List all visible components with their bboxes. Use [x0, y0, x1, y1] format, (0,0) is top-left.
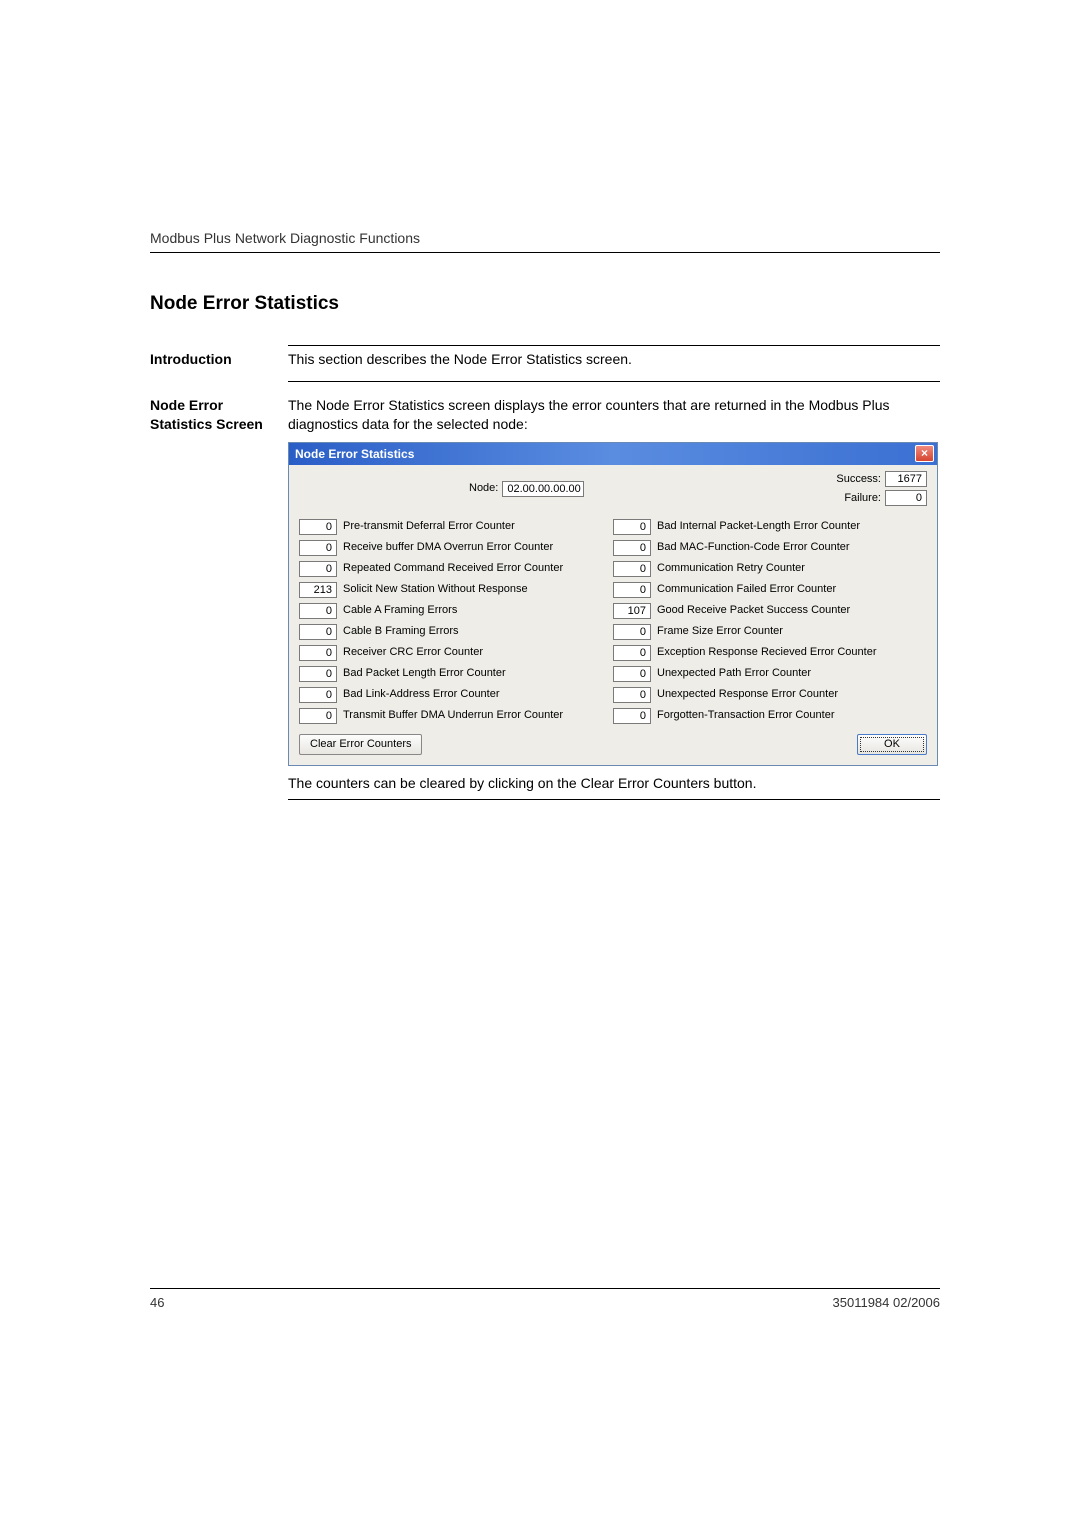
screen-desc-label: Node Error Statistics Screen: [150, 396, 270, 814]
caption-text: The counters can be cleared by clicking …: [288, 774, 940, 793]
counter-item: 0 Cable A Framing Errors: [299, 603, 613, 619]
counter-label: Receive buffer DMA Overrun Error Counter: [343, 540, 553, 555]
counter-value: 107: [613, 603, 651, 619]
counter-label: Frame Size Error Counter: [657, 624, 783, 639]
success-field: 1677: [885, 471, 927, 487]
counter-label: Pre-transmit Deferral Error Counter: [343, 519, 515, 534]
counter-item: 0 Receive buffer DMA Overrun Error Counte…: [299, 540, 613, 556]
counter-value: 0: [299, 708, 337, 724]
counter-item: 0 Communication Failed Error Counter: [613, 582, 927, 598]
counter-value: 0: [299, 666, 337, 682]
counter-value: 0: [299, 519, 337, 535]
counter-item: 0 Bad Internal Packet-Length Error Counte…: [613, 519, 927, 535]
counter-item: 107 Good Receive Packet Success Counter: [613, 603, 927, 619]
counter-item: 0 Forgotten-Transaction Error Counter: [613, 708, 927, 724]
counter-item: 0 Bad Link-Address Error Counter: [299, 687, 613, 703]
failure-field: 0: [885, 490, 927, 506]
counter-item: 0 Unexpected Path Error Counter: [613, 666, 927, 682]
counter-value: 0: [299, 687, 337, 703]
counter-value: 0: [613, 666, 651, 682]
counter-label: Bad Internal Packet-Length Error Counter: [657, 519, 860, 534]
counter-label: Receiver CRC Error Counter: [343, 645, 483, 660]
counter-value: 0: [299, 603, 337, 619]
counter-label: Good Receive Packet Success Counter: [657, 603, 850, 618]
counter-label: Solicit New Station Without Response: [343, 582, 528, 597]
counter-value: 0: [613, 582, 651, 598]
close-icon[interactable]: ×: [915, 445, 934, 462]
counter-label: Transmit Buffer DMA Underrun Error Count…: [343, 708, 563, 723]
success-label: Success:: [836, 472, 881, 487]
counter-value: 0: [613, 708, 651, 724]
counter-item: 0 Exception Response Recieved Error Count…: [613, 645, 927, 661]
counter-item: 0 Transmit Buffer DMA Underrun Error Coun…: [299, 708, 613, 724]
intro-text: This section describes the Node Error St…: [288, 350, 940, 369]
counter-item: 0 Repeated Command Received Error Counter: [299, 561, 613, 577]
counter-item: 0 Bad Packet Length Error Counter: [299, 666, 613, 682]
counter-label: Bad MAC-Function-Code Error Counter: [657, 540, 850, 555]
dialog-title: Node Error Statistics: [295, 446, 915, 462]
counter-value: 0: [613, 624, 651, 640]
counter-label: Communication Retry Counter: [657, 561, 805, 576]
counter-item: 0 Cable B Framing Errors: [299, 624, 613, 640]
screen-desc-text: The Node Error Statistics screen display…: [288, 396, 940, 434]
counter-label: Cable B Framing Errors: [343, 624, 459, 639]
counter-label: Unexpected Response Error Counter: [657, 687, 838, 702]
intro-label: Introduction: [150, 350, 270, 369]
counter-label: Forgotten-Transaction Error Counter: [657, 708, 835, 723]
ok-button[interactable]: OK: [857, 734, 927, 755]
counter-value: 0: [613, 540, 651, 556]
counter-value: 213: [299, 582, 337, 598]
counter-label: Unexpected Path Error Counter: [657, 666, 811, 681]
page-title: Node Error Statistics: [150, 293, 940, 315]
counter-value: 0: [613, 687, 651, 703]
doc-id: 35011984 02/2006: [833, 1295, 940, 1310]
counter-label: Communication Failed Error Counter: [657, 582, 836, 597]
counter-label: Repeated Command Received Error Counter: [343, 561, 563, 576]
counter-value: 0: [299, 645, 337, 661]
counter-item: 0 Frame Size Error Counter: [613, 624, 927, 640]
divider: [288, 799, 940, 800]
titlebar: Node Error Statistics ×: [289, 443, 937, 465]
counter-item: 0 Bad MAC-Function-Code Error Counter: [613, 540, 927, 556]
breadcrumb: Modbus Plus Network Diagnostic Functions: [150, 230, 940, 246]
failure-label: Failure:: [836, 491, 881, 506]
divider: [288, 381, 940, 382]
node-field[interactable]: 02.00.00.00.00: [502, 481, 584, 497]
node-error-statistics-dialog: Node Error Statistics × Node: 02.00.00.0…: [288, 442, 938, 766]
counter-item: 0 Pre-transmit Deferral Error Counter: [299, 519, 613, 535]
counter-item: 0 Communication Retry Counter: [613, 561, 927, 577]
counter-value: 0: [299, 540, 337, 556]
divider: [150, 252, 940, 253]
counter-item: 213 Solicit New Station Without Response: [299, 582, 613, 598]
divider: [288, 345, 940, 346]
clear-error-counters-button[interactable]: Clear Error Counters: [299, 734, 422, 755]
counter-value: 0: [299, 561, 337, 577]
page-footer: 46 35011984 02/2006: [150, 1288, 940, 1310]
counter-value: 0: [613, 561, 651, 577]
counter-value: 0: [613, 519, 651, 535]
counter-label: Bad Link-Address Error Counter: [343, 687, 500, 702]
counter-label: Exception Response Recieved Error Counte…: [657, 645, 877, 660]
page-number: 46: [150, 1295, 164, 1310]
counter-label: Cable A Framing Errors: [343, 603, 457, 618]
counter-label: Bad Packet Length Error Counter: [343, 666, 506, 681]
node-label: Node:: [469, 481, 498, 496]
counter-item: 0 Unexpected Response Error Counter: [613, 687, 927, 703]
counter-item: 0 Receiver CRC Error Counter: [299, 645, 613, 661]
counter-value: 0: [299, 624, 337, 640]
counter-value: 0: [613, 645, 651, 661]
